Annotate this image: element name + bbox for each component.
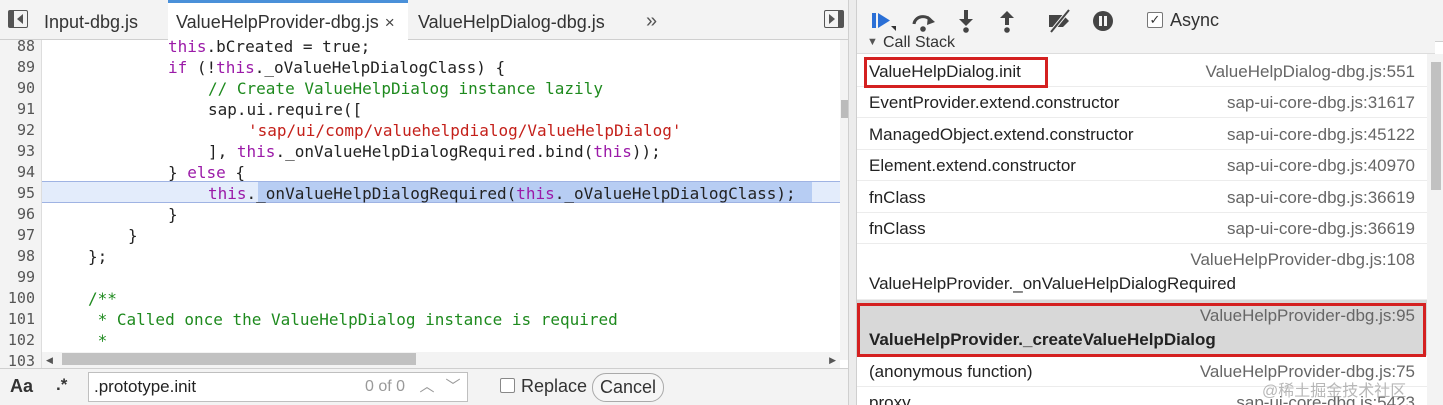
line-number[interactable]: 100 (0, 288, 35, 309)
line-number-gutter: 88 89 90 91 92 93 94 95 96 97 98 99 100 … (0, 40, 42, 368)
close-tab-icon[interactable]: × (385, 13, 395, 32)
line-number[interactable]: 99 (0, 267, 35, 288)
highlight-box-init (864, 57, 1048, 88)
match-case-button[interactable]: Aa (10, 376, 33, 397)
toggle-navigator-icon[interactable] (8, 10, 28, 28)
cancel-button[interactable]: Cancel (592, 373, 664, 402)
tab-valuehelpprovider-dbg[interactable]: ValueHelpProvider-dbg.js × (168, 0, 408, 40)
call-stack-section-header[interactable]: ▼ Call Stack (857, 34, 1435, 54)
line-number[interactable]: 97 (0, 225, 35, 246)
line-number[interactable]: 95 (0, 183, 35, 204)
pane-splitter[interactable] (848, 0, 857, 405)
code-line-92: 'sap/ui/comp/valuehelpdialog/ValueHelpDi… (248, 121, 682, 140)
code-line-95: this._onValueHelpDialogRequired(this._oV… (208, 184, 796, 203)
debugger-sidebar: ✓ Async ▼ Call Stack ValueHelpDialog.ini… (857, 0, 1443, 405)
call-frame[interactable]: ManagedObject.extend.constructor sap-ui-… (857, 118, 1427, 150)
code-editor[interactable]: 88 89 90 91 92 93 94 95 96 97 98 99 100 … (0, 40, 848, 368)
call-stack-title: Call Stack (883, 34, 956, 51)
tab-input-dbg[interactable]: Input-dbg.js (36, 0, 146, 40)
code-line-94: } else { (168, 163, 246, 182)
line-number[interactable]: 98 (0, 246, 35, 267)
pause-on-exceptions-icon[interactable] (1089, 8, 1117, 34)
editor-vertical-scrollbar[interactable] (840, 40, 848, 360)
editor-tab-bar: Input-dbg.js ValueHelpProvider-dbg.js × V… (0, 0, 848, 40)
call-frame[interactable]: ValueHelpProvider-dbg.js:108 ValueHelpPr… (857, 244, 1427, 300)
step-into-icon[interactable] (952, 8, 980, 34)
replace-label: Replace (521, 376, 588, 396)
deactivate-breakpoints-icon[interactable] (1045, 8, 1073, 34)
code-line-89: if (!this._oValueHelpDialogClass) { (168, 58, 506, 77)
code-line-102: * (88, 331, 108, 350)
tab-valuehelpdialog-dbg[interactable]: ValueHelpDialog-dbg.js (410, 0, 613, 40)
collapse-arrow-icon: ▼ (867, 36, 878, 48)
tab-label: ValueHelpProvider-dbg.js (176, 12, 379, 32)
code-line-88: this.bCreated = true; (168, 40, 371, 56)
async-label: Async (1170, 10, 1220, 30)
line-number[interactable]: 92 (0, 120, 35, 141)
step-over-icon[interactable] (909, 8, 937, 34)
line-number[interactable]: 94 (0, 162, 35, 183)
line-number[interactable]: 103 (0, 351, 35, 368)
call-frame[interactable]: fnClass sap-ui-core-dbg.js:36619 (857, 181, 1427, 213)
call-frame[interactable]: Element.extend.constructor sap-ui-core-d… (857, 150, 1427, 181)
sources-panel: Input-dbg.js ValueHelpProvider-dbg.js × V… (0, 0, 848, 405)
replace-checkbox[interactable] (500, 378, 515, 393)
code-line-93: ], this._onValueHelpDialogRequired.bind(… (208, 142, 661, 161)
code-line-101: * Called once the ValueHelpDialog instan… (88, 310, 618, 329)
line-number[interactable]: 91 (0, 99, 35, 120)
editor-horizontal-scroll-thumb[interactable] (62, 353, 416, 365)
search-field: 0 of 0 ︿ ﹀ (88, 372, 468, 402)
more-tabs-icon[interactable]: » (646, 0, 657, 42)
call-frame[interactable]: EventProvider.extend.constructor sap-ui-… (857, 87, 1427, 118)
editor-vertical-scroll-thumb[interactable] (841, 100, 848, 118)
code-line-98: }; (88, 247, 108, 266)
regex-button[interactable]: .* (56, 375, 67, 395)
previous-match-icon[interactable]: ︿ (415, 375, 439, 399)
async-checkbox[interactable]: ✓ (1147, 12, 1163, 28)
next-match-icon[interactable]: ﹀ (441, 375, 465, 399)
line-number[interactable]: 88 (0, 40, 35, 57)
call-frame[interactable]: fnClass sap-ui-core-dbg.js:36619 (857, 213, 1427, 244)
scroll-right-icon[interactable]: ▶ (829, 355, 836, 366)
code-line-90: // Create ValueHelpDialog instance lazil… (208, 79, 603, 98)
line-number[interactable]: 89 (0, 57, 35, 78)
code-line-96: } (168, 205, 178, 224)
search-match-count: 0 of 0 (365, 378, 406, 395)
step-out-icon[interactable] (993, 8, 1021, 34)
search-input[interactable] (94, 375, 354, 399)
scroll-left-icon[interactable]: ◀ (46, 355, 53, 366)
search-bar: Aa .* 0 of 0 ︿ ﹀ Replace Cancel (0, 368, 848, 405)
watermark: @稀土掘金技术社区 (1262, 383, 1407, 400)
toggle-debugger-sidebar-icon[interactable] (824, 10, 844, 28)
line-number[interactable]: 101 (0, 309, 35, 330)
code-line-97: } (128, 226, 138, 245)
code-line-91: sap.ui.require([ (208, 100, 363, 119)
line-number[interactable]: 93 (0, 141, 35, 162)
resume-icon[interactable] (869, 8, 897, 34)
highlight-box-selected-frame (857, 303, 1426, 357)
line-number[interactable]: 90 (0, 78, 35, 99)
call-stack-scroll-thumb[interactable] (1431, 62, 1441, 190)
line-number[interactable]: 96 (0, 204, 35, 225)
line-number[interactable]: 102 (0, 330, 35, 351)
code-line-100: /** (88, 289, 117, 308)
